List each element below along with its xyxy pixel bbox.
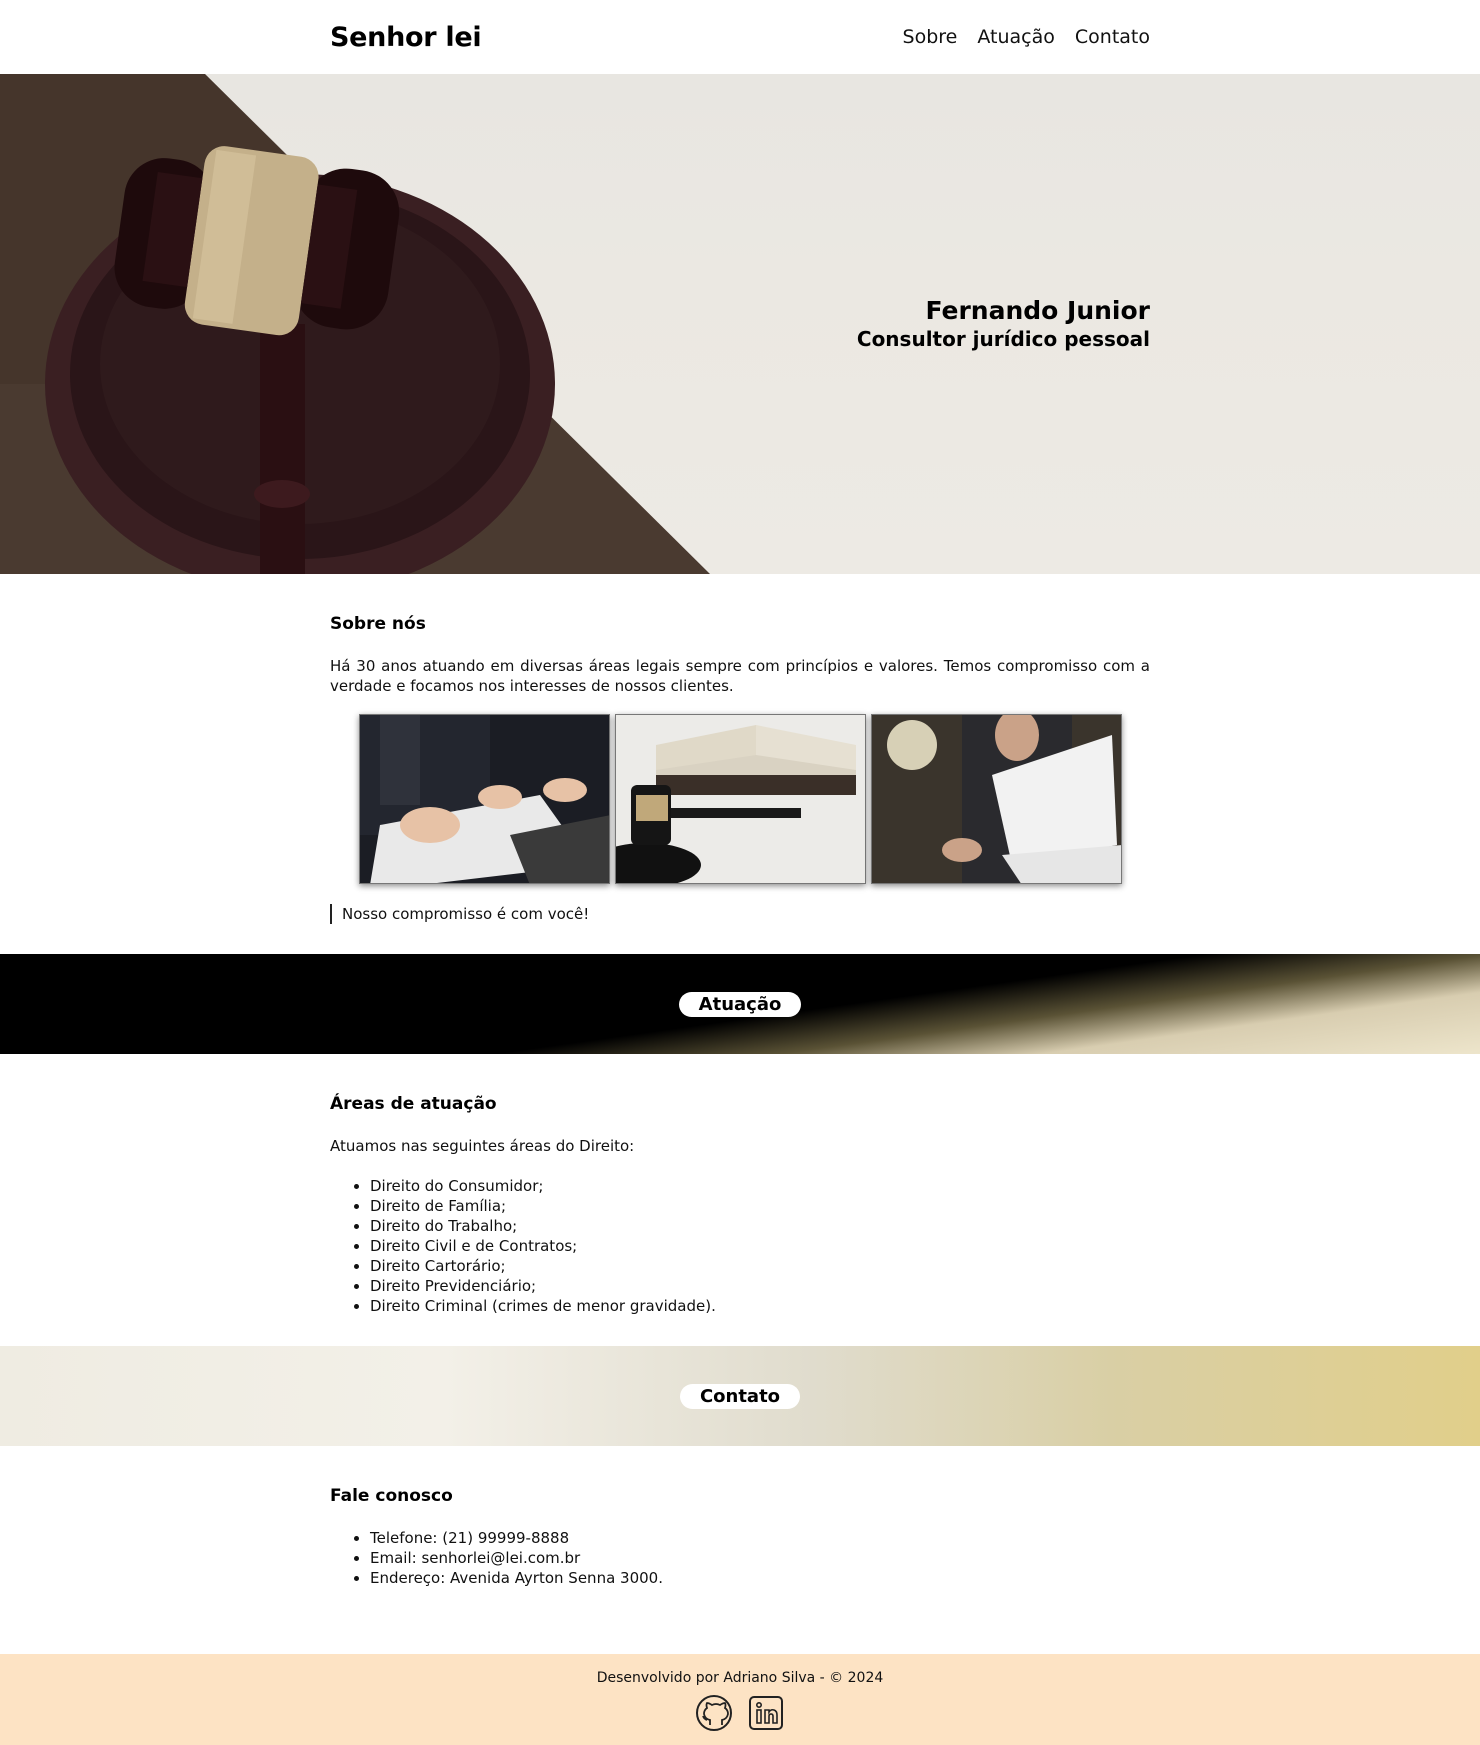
areas-title: Áreas de atuação: [330, 1094, 497, 1114]
main-nav: Sobre Atuação Contato: [903, 26, 1150, 48]
list-item: Direito Cartorário;: [370, 1256, 1150, 1276]
site-footer: Desenvolvido por Adriano Silva - © 2024: [0, 1654, 1480, 1745]
list-item: Direito do Trabalho;: [370, 1216, 1150, 1236]
photo-man-reading-document: [870, 714, 1122, 884]
about-section: Sobre nós Há 30 anos atuando em diversas…: [0, 574, 1480, 954]
commitment-quote: Nosso compromisso é com você!: [330, 904, 1150, 924]
site-header: Senhor lei Sobre Atuação Contato: [0, 0, 1480, 74]
areas-list: Direito do Consumidor; Direito de Famíli…: [330, 1176, 1150, 1316]
list-item: Direito Civil e de Contratos;: [370, 1236, 1150, 1256]
about-text: Há 30 anos atuando em diversas áreas leg…: [330, 657, 1150, 695]
areas-section: Áreas de atuação Atuamos nas seguintes á…: [0, 1054, 1480, 1346]
photo-gallery: [330, 714, 1150, 884]
about-title: Sobre nós: [330, 614, 426, 634]
photo-gavel-and-books: [614, 714, 866, 884]
linkedin-icon[interactable]: [747, 1694, 785, 1732]
nav-link-sobre[interactable]: Sobre: [903, 26, 958, 48]
list-item: Direito de Família;: [370, 1196, 1150, 1216]
contato-banner: Contato: [0, 1346, 1480, 1446]
atuacao-banner-label: Atuação: [678, 991, 802, 1017]
gavel-illustration: [0, 74, 710, 574]
atuacao-banner: Atuação: [0, 954, 1480, 1054]
nav-link-contato[interactable]: Contato: [1075, 26, 1150, 48]
photo-signing-contract: [358, 714, 610, 884]
contact-list: Telefone: (21) 99999-8888 Email: senhorl…: [330, 1528, 1150, 1588]
footer-credit: Desenvolvido por Adriano Silva - © 2024: [596, 1670, 884, 1686]
list-item: Direito Criminal (crimes de menor gravid…: [370, 1296, 1150, 1316]
brand-logo[interactable]: Senhor lei: [330, 22, 482, 53]
hero-banner: Fernando Junior Consultor jurídico pesso…: [0, 74, 1480, 574]
social-links: [0, 1694, 1480, 1732]
hero-role: Consultor jurídico pessoal: [856, 327, 1150, 351]
list-item: Direito Previdenciário;: [370, 1276, 1150, 1296]
hero-name: Fernando Junior: [925, 296, 1150, 325]
contact-section: Fale conosco Telefone: (21) 99999-8888 E…: [0, 1446, 1480, 1618]
contact-email: Email: senhorlei@lei.com.br: [370, 1548, 1150, 1568]
github-icon[interactable]: [695, 1694, 733, 1732]
contact-address: Endereço: Avenida Ayrton Senna 3000.: [370, 1568, 1150, 1588]
list-item: Direito do Consumidor;: [370, 1176, 1150, 1196]
contato-banner-label: Contato: [679, 1383, 801, 1409]
areas-intro: Atuamos nas seguintes áreas do Direito:: [330, 1137, 635, 1155]
contact-title: Fale conosco: [330, 1486, 453, 1506]
nav-link-atuacao[interactable]: Atuação: [977, 26, 1055, 48]
hero-text: Fernando Junior Consultor jurídico pesso…: [857, 296, 1150, 353]
contact-phone: Telefone: (21) 99999-8888: [370, 1528, 1150, 1548]
